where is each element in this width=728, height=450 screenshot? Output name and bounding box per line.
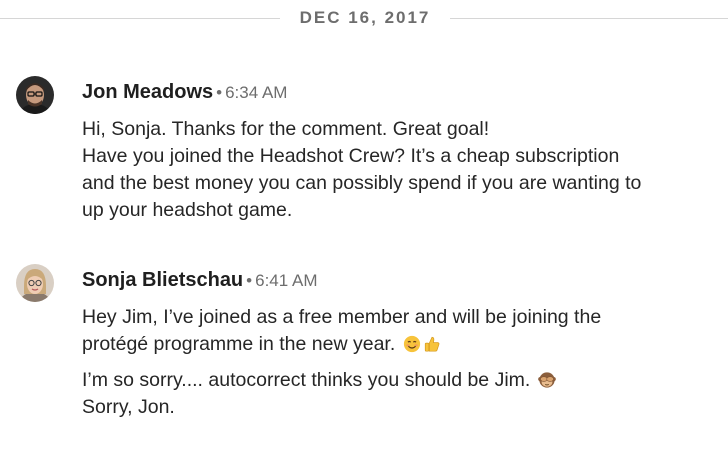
thumbs-up-emoji-icon [424, 336, 440, 352]
message-line: Sorry, Jon. [82, 396, 175, 418]
message-text: I’m so sorry.... autocorrect thinks you … [82, 369, 531, 391]
see-no-evil-monkey-emoji-icon [537, 372, 556, 388]
message-line: up your headshot game. [82, 199, 293, 221]
smiling-face-emoji-icon [403, 335, 420, 353]
avatar-sonja-icon [16, 264, 54, 302]
divider-line-right [450, 18, 728, 19]
message-line: Have you joined the Headshot Crew? It’s … [82, 145, 620, 167]
message-line-with-emoji: protégé programme in the new year. [82, 331, 722, 358]
separator-dot: • [216, 83, 223, 102]
sender-name[interactable]: Jon Meadows [82, 81, 213, 103]
message-time: 6:34 AM [225, 83, 288, 102]
avatar[interactable] [16, 76, 54, 114]
message-body: Hi, Sonja. Thanks for the comment. Great… [82, 116, 722, 224]
message-body: Hey Jim, I’ve joined as a free member an… [82, 304, 722, 421]
message-time: 6:41 AM [255, 271, 318, 290]
divider-line-left [0, 18, 280, 19]
message-line: Hey Jim, I’ve joined as a free member an… [82, 306, 602, 328]
avatar[interactable] [16, 264, 54, 302]
sender-name[interactable]: Sonja Blietschau [82, 269, 243, 291]
message-line: Hi, Sonja. Thanks for the comment. Great… [82, 118, 490, 140]
message-header: Sonja Blietschau • 6:41 AM [82, 268, 317, 293]
conversation-view: DEC 16, 2017 Jon Meadows • 6:34 AM Hi, Son… [0, 0, 728, 450]
message-line: and the best money you can possibly spen… [82, 172, 642, 194]
message-line-with-emoji: I’m so sorry.... autocorrect thinks you … [82, 367, 722, 394]
date-divider: DEC 16, 2017 [0, 6, 728, 32]
date-label: DEC 16, 2017 [299, 8, 431, 27]
separator-dot: • [246, 271, 253, 290]
message-text: protégé programme in the new year. [82, 333, 396, 355]
avatar-jon-icon [16, 76, 54, 114]
message-header: Jon Meadows • 6:34 AM [82, 80, 287, 105]
